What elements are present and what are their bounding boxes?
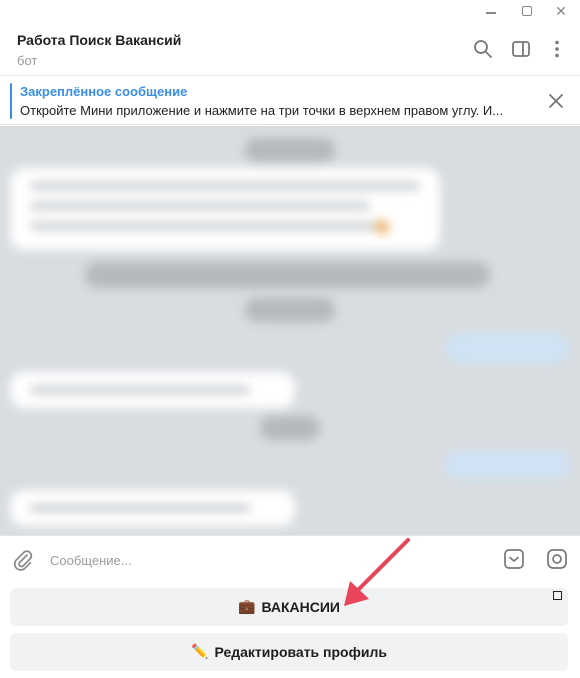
pinned-text: Откройте Мини приложение и нажмите на тр…	[20, 103, 504, 118]
edit-profile-button[interactable]: ✏️ Редактировать профиль	[10, 633, 568, 671]
chat-header: Работа Поиск Вакансий бот	[0, 22, 580, 76]
web-app-icon	[553, 591, 562, 600]
more-options-icon[interactable]	[546, 38, 568, 60]
pinned-title: Закреплённое сообщение	[20, 84, 188, 99]
maximize-button[interactable]	[517, 2, 537, 20]
vacancies-button[interactable]: 💼 ВАКАНСИИ	[10, 588, 568, 626]
briefcase-icon: 💼	[238, 599, 256, 615]
close-pinned-icon[interactable]	[546, 91, 566, 111]
message-input[interactable]	[50, 548, 480, 572]
close-window-button[interactable]: ✕	[551, 2, 571, 20]
outgoing-bubble	[445, 451, 570, 479]
pencil-icon: ✏️	[191, 644, 209, 660]
window-titlebar: ✕	[0, 0, 580, 22]
pinned-message[interactable]: Закреплённое сообщение Откройте Мини при…	[0, 77, 580, 125]
edit-profile-button-label: Редактировать профиль	[214, 644, 387, 660]
date-pill	[260, 416, 320, 440]
bot-keyboard-toggle-icon[interactable]	[503, 548, 525, 570]
maximize-icon	[522, 6, 532, 16]
outgoing-bubble	[445, 334, 570, 362]
minimize-button[interactable]	[481, 2, 501, 20]
date-pill	[245, 298, 335, 322]
chat-subtitle: бот	[17, 53, 38, 68]
camera-icon[interactable]	[546, 548, 568, 570]
attach-icon[interactable]	[12, 548, 34, 572]
vacancies-button-label: ВАКАНСИИ	[261, 599, 340, 615]
bot-reply-keyboard: 💼 ВАКАНСИИ ✏️ Редактировать профиль	[0, 583, 580, 678]
message-composer	[0, 535, 580, 583]
pinned-accent-bar	[10, 83, 12, 119]
chat-title[interactable]: Работа Поиск Вакансий	[17, 32, 181, 48]
service-message	[85, 262, 490, 288]
chat-history-blurred	[0, 126, 580, 535]
date-pill	[245, 138, 335, 162]
search-icon[interactable]	[472, 38, 494, 60]
sidebar-panel-icon[interactable]	[510, 38, 532, 60]
minimize-icon	[486, 12, 496, 14]
